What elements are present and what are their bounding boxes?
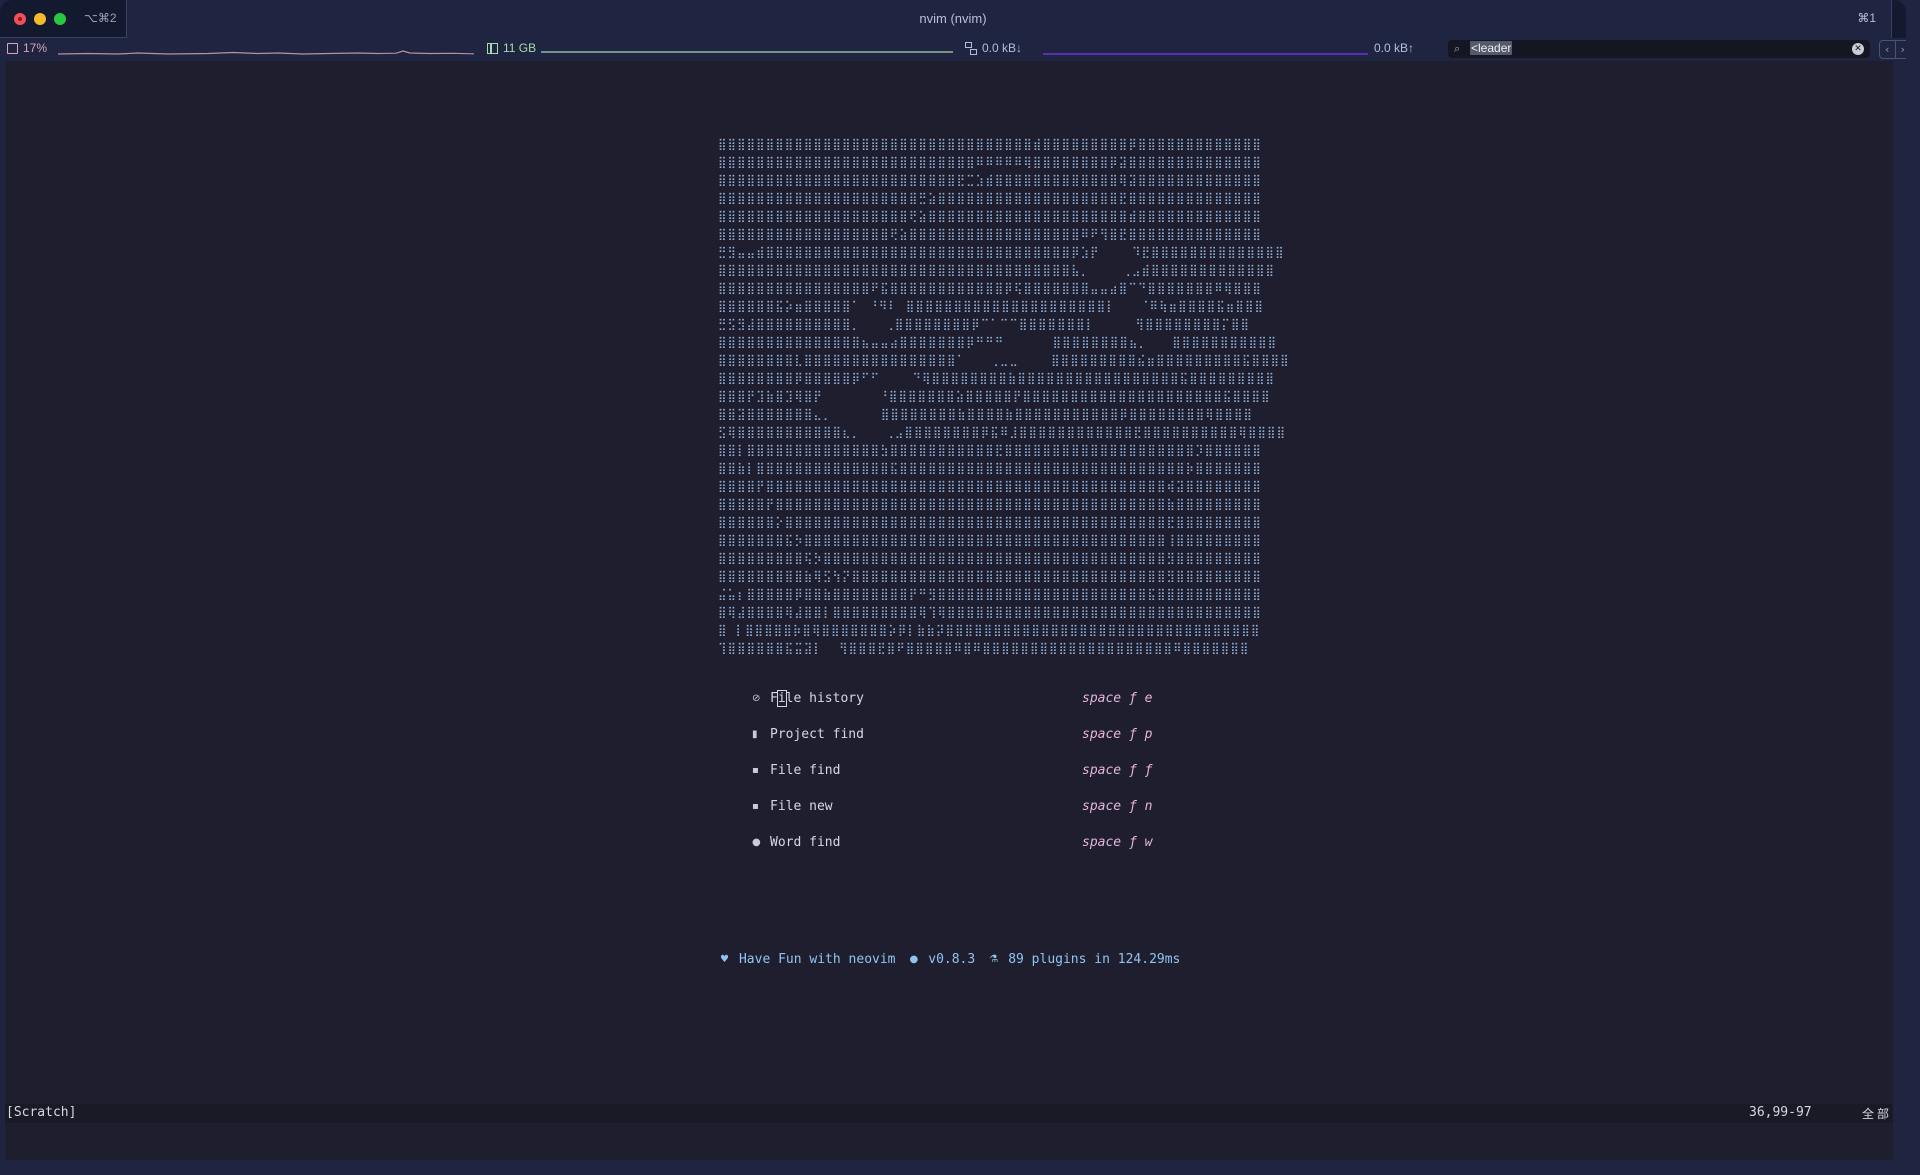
ascii-art-line: ⣿⣿⣿⣿⣿⣿⣿⣿⣿⣿⣿⣿⣿⣿⣿⣿⣿⣿⣿⣿⣿⣿⣿⣿⣿⣟⣉⣱⣾⣿⣿⣿⣿⣿⣿⣿⣿⣿⣿⣿… <box>718 173 1262 187</box>
network-sparkline <box>1043 53 1368 55</box>
ascii-art-line: ⣫⢿⣿⣿⣿⣿⣿⣿⣿⣿⣿⣿⣿⣆⡀ ⢀⣠⣿⣿⣿⣿⣿⣿⣿⣿⡿⣯⠿⣸⣿⣿⣿⣿⣿⣿⣿⣿⣿⣿… <box>718 425 1287 439</box>
history-icon: ⊘ <box>752 693 761 704</box>
ascii-art-line: ⣿⣿⣿⣿⡟⣿⣿⣿⣿⣿⣿⣿⣿⣿⣿⣿⣿⣿⣿⣿⣿⣿⣿⣿⣿⣿⣿⣿⣿⣿⣿⣿⣿⣿⣿⣿⣿⣿⣿⣿… <box>718 479 1262 493</box>
memory-value: 11 GB <box>503 41 537 55</box>
dashboard-footer: ♥ Have Fun with neovim ● v0.8.3 ⚗ 89 plu… <box>720 952 1180 967</box>
menu-item-shortcut: space ƒ w <box>1082 835 1153 850</box>
ascii-art-line: ⣿⣿⣽⣿⣿⣿⣿⣿⣿⣿⣄⡀ ⣿⣿⣿⣿⣿⣿⣿⣿⣷⣿⣿⣿⣿⣷⣿⣿⣿⣿⣿⣿⣿⣿⣿⣿⣿⡿⣿… <box>718 407 1254 421</box>
search-navigation: ‹ › <box>1879 40 1906 59</box>
menu-item-shortcut: space ƒ p <box>1082 727 1153 742</box>
word-find-icon: ● <box>752 837 761 848</box>
chevron-right-icon[interactable]: › <box>1896 41 1907 58</box>
ascii-art-line: ⣿⣿⣿⣿⣿⣿⣿⣿⣿⣿⣿⣿⣿⣿⣿⣦⣤⣤⣴⣿⣿⣿⣿⣿⣿⣿⡿⠛⠛⠛ ⣿⣿⣿⣿⣿⣿⣿⣿⣦… <box>718 335 1278 349</box>
memory-icon <box>487 42 498 54</box>
ascii-art-line: ⣿⣿⣿⣿⣿⣿⣿⣿⣿⣿⣿⣿⣿⣿⣿⣿⣿⣿⣿⣿⢟⣵⣿⣿⣿⣿⣿⣿⣿⣿⣿⣿⣿⣿⣿⣿⣿⣿⣿⣿… <box>718 209 1262 223</box>
ascii-art-line: ⣿⣿⣿⣿⣿⣿⣿⣿⡿⣿⣿⣿⣿⣿⡿⠋⠋ ⠙⢿⣿⣿⣿⣿⣿⣿⣿⣿⣷⣿⣿⣿⣿⣿⣿⣿⣿⣿⣿⣿… <box>718 371 1276 385</box>
title-bar: ⌥⌘2 nvim (nvim) ⌘1 <box>0 0 1906 38</box>
bookmark-icon: ▮ <box>752 729 758 740</box>
plugins-icon: ⚗ <box>989 954 999 965</box>
ascii-art-line: ⣿⢿⣼⣿⣿⣿⣿⢿⣼⣿⣿⡇⣿⣿⣿⣿⣿⣿⣿⣿⣿⢿⢹⢿⣿⣿⣿⣿⣿⣿⣿⣿⣿⣿⣿⣿⣿⣿⣿⣿… <box>718 605 1262 619</box>
cpu-value: 17% <box>23 41 48 55</box>
net-up-value: 0.0 kB↑ <box>1374 41 1415 55</box>
network-upload-status: 0.0 kB↑ <box>1374 41 1414 55</box>
chevron-left-icon[interactable]: ‹ <box>1880 41 1896 58</box>
ascii-art-line: ⣿⣿⣿⣿⣿⡟⣿⣿⣿⣿⣿⣿⣿⣿⣿⣿⣿⣿⣿⣿⣿⣿⣿⣿⣿⣿⣿⣿⣿⣿⣿⣿⣿⣿⣿⣿⣿⣿⣿⣿… <box>718 497 1262 511</box>
cpu-status: 17% <box>7 41 47 55</box>
ascii-art-line: ⣿⣿⣿⣿⣿⣿⣿⣿⣿⣿⣿⣿⣿⣿⣿⣿⣿⣿⣿⣿⣿⣿⣿⣿⣿⣿⣿⣿⣿⣿⣿⣿⣿⣿⣿⣿⣿⣧⡀ … <box>718 263 1276 277</box>
window-shortcut: ⌘1 <box>1857 11 1876 25</box>
file-search-icon: ▪ <box>752 765 759 776</box>
memory-status: 11 GB <box>487 41 536 55</box>
search-input-value: <leader <box>1470 41 1513 55</box>
menu-item-shortcut: space ƒ ƒ <box>1082 763 1153 778</box>
dashboard-menu-item[interactable]: ▮ Project find space ƒ p <box>747 727 1167 763</box>
menu-item-label: File find <box>770 763 841 778</box>
ascii-art-line: ⣿ ⡇⣿⣿⣿⣿⣿⡷⣿⢿⣿⣿⣿⣿⣿⣿⣿⡵⡿⡇⣷⣷⡽⣿⣿⣿⣿⣿⣿⣿⣿⣿⣿⣿⣿⣿⣿⣿⣿… <box>718 623 1261 637</box>
heart-icon: ♥ <box>720 954 729 965</box>
cursor-position: 36,99-97 <box>1749 1105 1812 1120</box>
dashboard-menu-item[interactable]: ● Word find space ƒ w <box>747 835 1167 871</box>
clear-icon[interactable]: ✕ <box>1852 43 1864 55</box>
footer-message: Have Fun with neovim <box>738 952 896 967</box>
ascii-art-line: ⣿⣿⣿⣿⣿⣿⣿⣯⡳⣿⣿⣿⣿⣿⣿⣿⣿⣿⣿⣿⣿⣿⣿⣿⣿⣿⣿⣿⣿⣿⣿⣿⣿⣿⣿⣿⣿⣿⣿⣿… <box>718 533 1262 547</box>
ascii-art-line: ⣿⣿⣷⡇⣿⣿⣿⣿⣿⣿⣿⣿⣿⣿⣿⣿⣿⣿⣯⣿⣿⣿⣿⣿⣿⣿⣿⣿⣿⣿⣿⣿⣿⣿⣿⣿⣿⣿⣿⣿… <box>718 461 1262 475</box>
text-cursor: i <box>776 690 787 707</box>
net-down-value: 0.0 kB↓ <box>982 41 1023 55</box>
ascii-art-line: ⣿⣿⣿⣿⣿⣿⣿⣿⣿⢯⡳⣿⣿⣿⣿⣿⣿⣿⣿⣿⣿⣿⣿⣿⣿⣿⣿⣿⣿⣿⣿⣿⣿⣿⣿⣿⣿⣿⣿⣿… <box>718 551 1262 565</box>
file-new-icon: ▪ <box>752 801 759 812</box>
dashboard-ascii-art: ⣿⣿⣿⣿⣿⣿⣿⣿⣿⣿⣿⣿⣿⣿⣿⣿⣿⣿⣿⣿⣿⣿⣿⣿⣿⣿⣿⣿⣿⣿⣿⣿⣿⣾⣿⣿⣿⣿⣿⣿… <box>718 135 1290 657</box>
neovim-version-icon: ● <box>909 954 919 965</box>
cpu-sparkline-line <box>58 50 474 55</box>
search-icon[interactable]: ⌕ <box>1454 42 1460 56</box>
memory-sparkline <box>541 51 953 53</box>
ascii-art-line: ⣿⣿⣿⣿⣿⣿⣿⣿⣿⣿⣿⣿⣿⣿⣿⣿⣿⣿⢟⣵⣿⣿⣿⣿⣿⣿⣿⣿⣿⣿⣿⣿⣿⣿⣿⣿⣿⣿⠿⠟… <box>718 227 1262 241</box>
ascii-art-line: ⣿⣿⣿⣿⣿⣿⣯⡵⣶⣿⣿⣿⣿⣿⠁ ⠘⠻⠇ ⣿⣿⣿⣿⣿⣿⣿⣿⣿⣿⣿⣿⣿⣿⣿⣿⣿⣿⣿⣿… <box>718 299 1265 313</box>
network-download-status: 0.0 kB↓ <box>965 41 1022 55</box>
scroll-percent: 全部 <box>1862 1107 1893 1121</box>
ascii-art-line: ⣿⣿⣿⡟⣹⣷⣿⣹⢿⣿⡟ ⠘⣿⣿⣿⣿⣿⣿⣿⣵⣿⣿⣿⣿⣿⡟⣿⣿⣿⣿⣿⣿⣿⣿⣿⣿⣿⣿⣿… <box>718 389 1271 403</box>
window-title: nvim (nvim) <box>919 11 987 26</box>
network-icon <box>965 42 977 55</box>
neovim-version: v0.8.3 <box>928 952 976 967</box>
search-input[interactable]: <leader <box>1470 41 1840 56</box>
ascii-art-line: ⣬⣥⡆⣿⣿⣿⣿⣿⡿⣿⣿⣷⣿⣿⣿⣿⣿⣿⣿⣿⡟⠛⣻⣿⣿⣿⣿⣿⣿⣿⣿⣿⣿⣿⣿⣿⣿⣿⣿⣿… <box>718 587 1262 601</box>
dashboard-menu-item[interactable]: ▪ File new space ƒ n <box>747 799 1167 835</box>
vim-statusline: [Scratch] 36,99-97 全部 <box>5 1104 1893 1123</box>
menu-item-shortcut: space ƒ n <box>1082 799 1153 814</box>
buffer-name: [Scratch] <box>6 1105 77 1120</box>
terminal-pane[interactable]: ⣿⣿⣿⣿⣿⣿⣿⣿⣿⣿⣿⣿⣿⣿⣿⣿⣿⣿⣿⣿⣿⣿⣿⣿⣿⣿⣿⣿⣿⣿⣿⣿⣿⣾⣿⣿⣿⣿⣿⣿… <box>5 61 1893 1160</box>
ascii-art-line: ⣿⣿⣿⣿⣿⣿⣿⣿⣿⣿⣿⣿⣿⣿⣿⣿⣿⣿⣿⣿⣿⣿⣿⣿⣿⣿⣿⠿⠿⠿⠿⠿⢿⣿⣿⣿⣿⣿⣿⣿… <box>718 155 1262 169</box>
dashboard-menu-item[interactable]: ▪ File find space ƒ ƒ <box>747 763 1167 799</box>
ascii-art-line: ⣿⣿⣿⣿⣿⣿⣿⣿⣿⣿⣿⣿⣿⣿⣿⣿⣿⣿⣿⣿⣿⣛⣵⣿⣿⣿⣿⣿⣿⣿⣿⣿⣿⣿⣿⣿⣿⣿⣿⣿… <box>718 191 1262 205</box>
dashboard-menu-item[interactable]: ⊘ File history space ƒ e <box>747 690 1167 727</box>
ascii-art-line: ⣿⣿⣿⣿⣿⣿⣿⣿⣇⣿⣿⣿⣿⣿⣿⣿⣿⣿⣿⣿⣿⣿⣿⣿⣿⠁ ⢀⣀⣀ ⣿⣿⣿⣿⣿⣿⣿⣿⣿… <box>718 353 1290 367</box>
ascii-art-line: ⣛⣻⣤⣤⣾⣿⣿⣿⣿⣿⣿⣿⣿⣿⣿⣿⣿⣿⣿⣿⣿⣿⣿⣿⣿⣿⣿⣿⣿⣿⣿⣿⣿⣿⣿⣿⣿⡿⣱⡟… <box>718 245 1285 259</box>
terminal-window: ⌥⌘2 nvim (nvim) ⌘1 17% 11 GB 0.0 kB↓ 0.0… <box>0 0 1906 1175</box>
ascii-art-line: ⣿⣿⡇⣿⣿⣿⣿⣿⣿⣿⣿⣿⣿⣿⣿⣿⣿⣳⣿⣿⣿⣿⣿⣿⣿⣿⣿⣿⣿⣟⣿⣿⣿⣿⣿⣿⣿⣿⣿⣿… <box>718 443 1262 457</box>
dashboard-menu: ⊘ File history space ƒ e ▮ Project find space… <box>747 690 1167 871</box>
ascii-art-line: ⣛⣫⣻⣼⣿⣿⣿⣿⣿⣿⣿⣿⣿⣿⡀ ⢀⣿⣿⣿⣿⣿⣿⣿⣿⡿⠉⠁⠉⠉⣿⣿⣿⣿⣿⣿⣿⡇ ⢻… <box>718 317 1251 331</box>
ascii-art-line: ⣿⣿⣿⣿⣿⣿⣿⣿⣿⣿⣿⣿⣿⣿⣿⣿⣿⣿⣿⣿⣿⣿⣿⣿⣿⣿⣿⣿⣿⣿⣿⣿⣿⣾⣿⣿⣿⣿⣿⣿… <box>718 137 1262 151</box>
cpu-chip-icon <box>7 42 18 54</box>
plugins-load-info: 89 plugins in 124.29ms <box>1008 952 1181 967</box>
ascii-art-line: ⣿⣿⣿⣿⣿⣿⡕⣿⣿⣿⣿⣿⣿⣿⣿⣿⣿⣿⣿⣿⣿⣿⣿⣿⣿⣿⣿⣿⣿⣿⣿⣿⣿⣿⣿⣿⣿⣿⣿⣿… <box>718 515 1262 529</box>
ascii-art-line: ⢹⣿⣿⣿⣿⣿⣿⣯⣭⣽⡇ ⢻⣿⣿⣿⣟⣿⠟⣿⣿⣿⣿⣿⠿⣿⠿⣿⣿⣿⣿⣿⣿⣿⣿⣿⣿⣿⣿⣿… <box>718 641 1250 655</box>
menu-item-shortcut: space ƒ e <box>1082 691 1153 706</box>
menu-item-label: File new <box>770 799 833 814</box>
menu-item-label: Project find <box>770 727 864 742</box>
cpu-sparkline <box>58 50 474 55</box>
menu-item-label: File history <box>770 690 864 707</box>
search-bar: ⌕ <leader ✕ <box>1448 40 1870 58</box>
ascii-art-line: ⣿⣿⣿⣿⣿⣿⣿⣿⣿⣿⣿⣿⣿⣿⣿⣿⠟⣯⣿⣿⣿⣿⣿⣿⣿⣿⣿⣿⣿⣿⡿⢯⣿⣿⣿⣿⣿⣿⣿⣤… <box>718 281 1262 295</box>
ascii-art-line: ⣿⣿⣿⣿⣿⣿⣿⣿⣿⣷⢿⣫⢳⡝⣿⣿⣿⣿⣿⣿⣿⣿⣿⣿⣿⣿⣿⣿⣿⣿⣿⣿⣿⣿⣿⣿⣿⣿⣿⣿… <box>718 569 1262 583</box>
new-tab-button[interactable] <box>1891 0 1906 38</box>
menu-item-label: Word find <box>770 835 841 850</box>
